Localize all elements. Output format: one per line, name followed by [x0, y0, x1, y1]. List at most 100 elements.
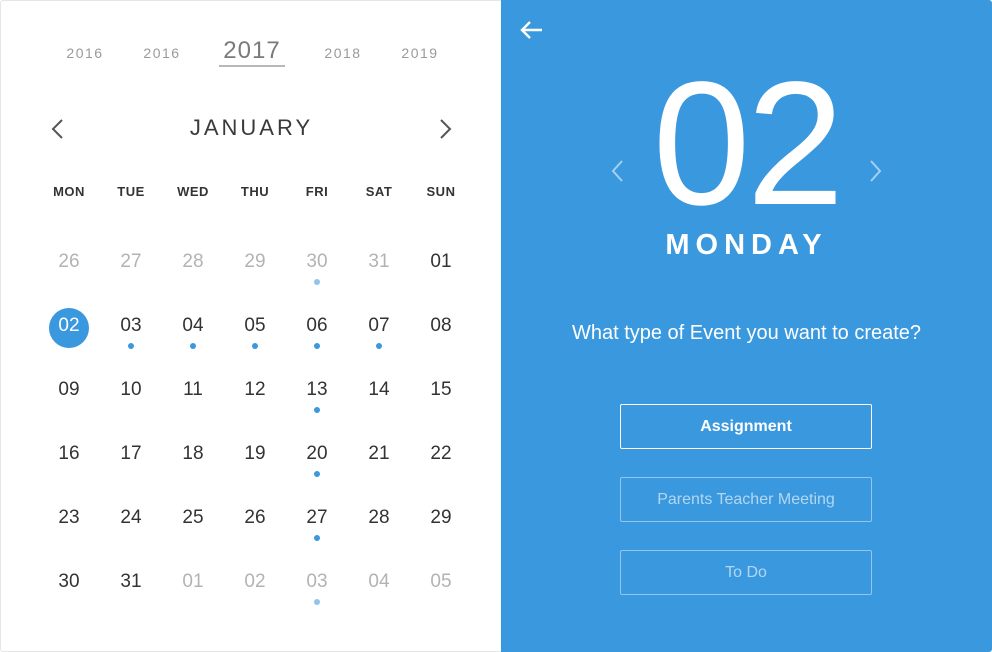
day-number: 27: [120, 251, 142, 272]
event-indicator-dot: [314, 471, 320, 477]
calendar-day[interactable]: 01: [410, 233, 472, 297]
day-number: 15: [430, 379, 452, 400]
calendar-day[interactable]: 04: [348, 553, 410, 617]
calendar-day[interactable]: 27: [286, 489, 348, 553]
calendar-day[interactable]: 08: [410, 297, 472, 361]
chevron-right-icon: [870, 160, 882, 182]
day-number: 12: [244, 379, 266, 400]
calendar-day[interactable]: 03: [286, 553, 348, 617]
calendar-day[interactable]: 01: [162, 553, 224, 617]
day-number: 30: [306, 251, 328, 272]
day-number: 13: [306, 379, 328, 400]
next-month-button[interactable]: [435, 117, 455, 141]
calendar-day[interactable]: 02: [224, 553, 286, 617]
calendar-day[interactable]: 14: [348, 361, 410, 425]
day-number: 19: [244, 443, 266, 464]
calendar-day[interactable]: 26: [38, 233, 100, 297]
day-number: 10: [120, 379, 142, 400]
back-button[interactable]: [519, 20, 545, 40]
calendar-day[interactable]: 05: [224, 297, 286, 361]
day-number: 07: [368, 315, 390, 336]
calendar-day[interactable]: 10: [100, 361, 162, 425]
calendar-day[interactable]: 25: [162, 489, 224, 553]
event-indicator-dot: [314, 343, 320, 349]
day-number: 03: [120, 315, 142, 336]
calendar-day[interactable]: 19: [224, 425, 286, 489]
day-number: 24: [120, 507, 142, 528]
day-number: 26: [58, 251, 80, 272]
weekday-header: MON TUE WED THU FRI SAT SUN: [38, 184, 472, 202]
calendar-day[interactable]: 28: [348, 489, 410, 553]
year-option[interactable]: 2016: [132, 45, 192, 61]
event-panel: 02 MONDAY What type of Event you want to…: [501, 0, 992, 652]
year-option[interactable]: 2019: [390, 45, 450, 61]
weekday-label: MON: [53, 184, 85, 199]
year-option[interactable]: 2016: [55, 45, 115, 61]
calendar-day[interactable]: 26: [224, 489, 286, 553]
day-number: 29: [430, 507, 452, 528]
year-selector: 2016 2016 2017 2018 2019: [1, 37, 502, 69]
day-number: 05: [430, 571, 452, 592]
calendar-day[interactable]: 20: [286, 425, 348, 489]
calendar-day[interactable]: 28: [162, 233, 224, 297]
calendar-day[interactable]: 16: [38, 425, 100, 489]
calendar-day[interactable]: 04: [162, 297, 224, 361]
day-number: 04: [368, 571, 390, 592]
day-number: 01: [430, 251, 452, 272]
calendar-day[interactable]: 18: [162, 425, 224, 489]
day-number: 03: [306, 571, 328, 592]
day-number: 28: [182, 251, 204, 272]
calendar-day[interactable]: 05: [410, 553, 472, 617]
event-indicator-dot: [376, 343, 382, 349]
parents-teacher-meeting-button[interactable]: Parents Teacher Meeting: [620, 477, 872, 522]
arrow-left-icon: [520, 21, 542, 39]
calendar-day[interactable]: 29: [224, 233, 286, 297]
calendar-day[interactable]: 31: [348, 233, 410, 297]
calendar-day[interactable]: 23: [38, 489, 100, 553]
calendar-day[interactable]: 30: [38, 553, 100, 617]
day-number: 22: [430, 443, 452, 464]
weekday-label: TUE: [117, 184, 145, 199]
calendar-day[interactable]: 13: [286, 361, 348, 425]
year-option-selected[interactable]: 2017: [219, 37, 285, 67]
weekday-label: THU: [240, 184, 270, 199]
calendar-day[interactable]: 07: [348, 297, 410, 361]
day-number: 30: [58, 571, 80, 592]
event-indicator-dot: [314, 407, 320, 413]
calendar-day[interactable]: 29: [410, 489, 472, 553]
calendar-day[interactable]: 15: [410, 361, 472, 425]
calendar-day[interactable]: 24: [100, 489, 162, 553]
calendar-day-selected[interactable]: 02: [38, 297, 100, 361]
day-number: 20: [306, 443, 328, 464]
day-number: 25: [182, 507, 204, 528]
day-number: 11: [183, 379, 203, 400]
day-number: 05: [244, 315, 266, 336]
calendar-day[interactable]: 03: [100, 297, 162, 361]
calendar-day[interactable]: 11: [162, 361, 224, 425]
day-number: 28: [368, 507, 390, 528]
calendar-day[interactable]: 17: [100, 425, 162, 489]
day-number: 26: [244, 507, 266, 528]
calendar-day[interactable]: 09: [38, 361, 100, 425]
day-number: 01: [182, 571, 204, 592]
next-day-button[interactable]: [866, 157, 884, 185]
day-number: 08: [430, 315, 452, 336]
chevron-right-icon: [440, 119, 452, 139]
day-number: 29: [244, 251, 266, 272]
event-indicator-dot: [314, 599, 320, 605]
calendar-day[interactable]: 12: [224, 361, 286, 425]
year-option[interactable]: 2018: [313, 45, 373, 61]
month-title: JANUARY: [189, 115, 314, 140]
day-number: 27: [306, 507, 328, 528]
day-number: 14: [368, 379, 390, 400]
event-indicator-dot: [314, 535, 320, 541]
assignment-button[interactable]: Assignment: [620, 404, 872, 449]
calendar-day[interactable]: 27: [100, 233, 162, 297]
calendar-day[interactable]: 21: [348, 425, 410, 489]
todo-button[interactable]: To Do: [620, 550, 872, 595]
calendar-day[interactable]: 22: [410, 425, 472, 489]
calendar-day[interactable]: 31: [100, 553, 162, 617]
weekday-label: WED: [177, 184, 209, 199]
calendar-day[interactable]: 30: [286, 233, 348, 297]
calendar-day[interactable]: 06: [286, 297, 348, 361]
